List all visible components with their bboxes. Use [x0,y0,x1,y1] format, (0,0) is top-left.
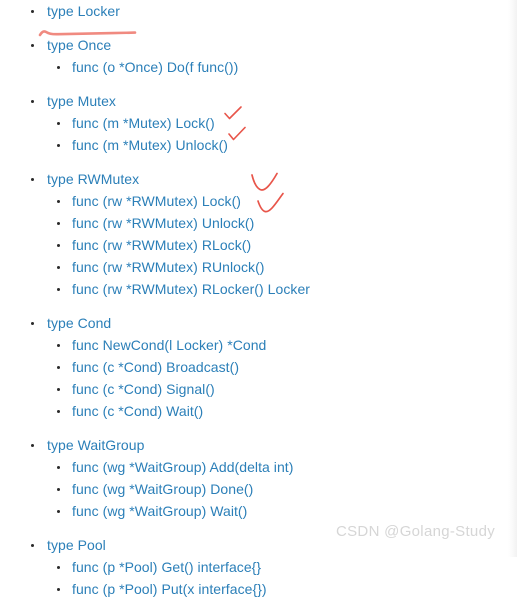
type-link-label[interactable]: type WaitGroup [47,437,144,453]
bullet-icon [57,200,60,203]
func-link-label[interactable]: func (c *Cond) Signal() [72,381,215,397]
func-link-label[interactable]: func (p *Pool) Get() interface{} [72,559,261,575]
func-entry[interactable]: func (rw *RWMutex) RUnlock() [0,256,517,278]
func-entry[interactable]: func (m *Mutex) Unlock() [0,134,517,156]
type-entry-rwmutex[interactable]: type RWMutex [0,168,517,190]
func-list: func (m *Mutex) Lock() func (m *Mutex) U… [0,112,517,156]
func-link-label[interactable]: func (wg *WaitGroup) Wait() [72,503,247,519]
func-entry[interactable]: func (m *Mutex) Lock() [0,112,517,134]
func-entry[interactable]: func (wg *WaitGroup) Done() [0,478,517,500]
func-entry[interactable]: func (wg *WaitGroup) Wait() [0,500,517,522]
bullet-icon [57,344,60,347]
bullet-icon [57,588,60,591]
type-list: type Locker type Once func (o *Once) Do(… [0,0,517,600]
bullet-icon [57,566,60,569]
type-link-label[interactable]: type Locker [47,3,120,19]
func-link-label[interactable]: func (wg *WaitGroup) Add(delta int) [72,459,293,475]
type-link-label[interactable]: type Pool [47,537,106,553]
func-entry[interactable]: func (p *Pool) Get() interface{} [0,556,517,578]
bullet-icon [57,144,60,147]
bullet-icon [57,366,60,369]
type-entry-waitgroup[interactable]: type WaitGroup [0,434,517,456]
type-link-label[interactable]: type Once [47,37,111,53]
bullet-icon [31,544,34,547]
func-link-label[interactable]: func (rw *RWMutex) Unlock() [72,215,254,231]
bullet-icon [57,466,60,469]
bullet-icon [57,266,60,269]
type-group-pool: type Pool func (p *Pool) Get() interface… [0,534,517,600]
func-entry[interactable]: func (c *Cond) Broadcast() [0,356,517,378]
func-link-label[interactable]: func (m *Mutex) Unlock() [72,137,228,153]
func-list: func NewCond(l Locker) *Cond func (c *Co… [0,334,517,422]
func-link-label[interactable]: func (c *Cond) Broadcast() [72,359,239,375]
bullet-icon [57,244,60,247]
type-link-label[interactable]: type Cond [47,315,111,331]
func-list: func (p *Pool) Get() interface{} func (p… [0,556,517,600]
type-entry-locker[interactable]: type Locker [0,0,517,22]
func-entry[interactable]: func NewCond(l Locker) *Cond [0,334,517,356]
func-link-label[interactable]: func (rw *RWMutex) Lock() [72,193,241,209]
type-link-label[interactable]: type Mutex [47,93,116,109]
func-entry[interactable]: func (rw *RWMutex) RLock() [0,234,517,256]
watermark-text: CSDN @Golang-Study [336,523,496,540]
func-entry[interactable]: func (rw *RWMutex) Lock() [0,190,517,212]
func-list: func (wg *WaitGroup) Add(delta int) func… [0,456,517,522]
func-link-label[interactable]: func (m *Mutex) Lock() [72,115,215,131]
bullet-icon [57,222,60,225]
func-list: func (o *Once) Do(f func()) [0,56,517,78]
type-group-cond: type Cond func NewCond(l Locker) *Cond f… [0,312,517,422]
func-link-label[interactable]: func (rw *RWMutex) RUnlock() [72,259,265,275]
bullet-icon [31,44,34,47]
func-list: func (rw *RWMutex) Lock() func (rw *RWMu… [0,190,517,300]
func-entry[interactable]: func (c *Cond) Signal() [0,378,517,400]
bullet-icon [31,322,34,325]
bullet-icon [31,100,34,103]
func-entry[interactable]: func (o *Once) Do(f func()) [0,56,517,78]
type-entry-cond[interactable]: type Cond [0,312,517,334]
bullet-icon [57,410,60,413]
bullet-icon [57,510,60,513]
type-group-waitgroup: type WaitGroup func (wg *WaitGroup) Add(… [0,434,517,522]
type-group-rwmutex: type RWMutex func (rw *RWMutex) Lock() f… [0,168,517,300]
bullet-icon [57,488,60,491]
func-entry[interactable]: func (rw *RWMutex) RLocker() Locker [0,278,517,300]
bullet-icon [57,288,60,291]
type-group-locker: type Locker [0,0,517,22]
func-link-label[interactable]: func (c *Cond) Wait() [72,403,203,419]
bullet-icon [31,444,34,447]
type-entry-mutex[interactable]: type Mutex [0,90,517,112]
type-group-mutex: type Mutex func (m *Mutex) Lock() func (… [0,90,517,156]
func-link-label[interactable]: func (wg *WaitGroup) Done() [72,481,253,497]
func-entry[interactable]: func (c *Cond) Wait() [0,400,517,422]
bullet-icon [57,388,60,391]
func-entry[interactable]: func (rw *RWMutex) Unlock() [0,212,517,234]
type-link-label[interactable]: type RWMutex [47,171,139,187]
func-link-label[interactable]: func (p *Pool) Put(x interface{}) [72,581,267,597]
func-link-label[interactable]: func NewCond(l Locker) *Cond [72,337,266,353]
func-link-label[interactable]: func (rw *RWMutex) RLock() [72,237,251,253]
bullet-icon [31,10,34,13]
type-entry-once[interactable]: type Once [0,34,517,56]
func-link-label[interactable]: func (o *Once) Do(f func()) [72,59,238,75]
bullet-icon [31,178,34,181]
func-entry[interactable]: func (p *Pool) Put(x interface{}) [0,578,517,600]
type-group-once: type Once func (o *Once) Do(f func()) [0,34,517,78]
sync-package-outline: type Locker type Once func (o *Once) Do(… [0,0,517,600]
bullet-icon [57,66,60,69]
bullet-icon [57,122,60,125]
func-link-label[interactable]: func (rw *RWMutex) RLocker() Locker [72,281,310,297]
func-entry[interactable]: func (wg *WaitGroup) Add(delta int) [0,456,517,478]
